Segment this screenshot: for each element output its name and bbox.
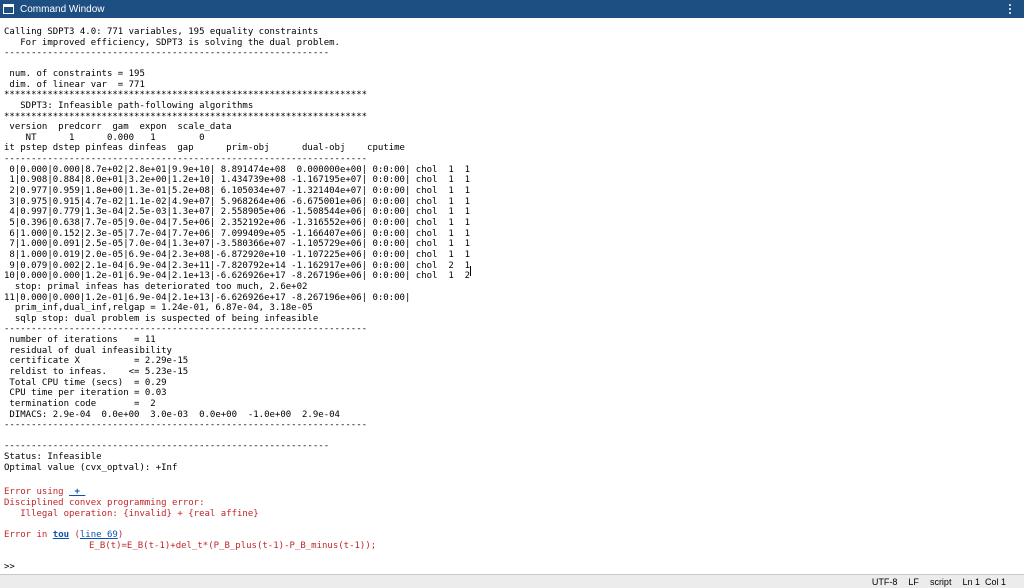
error-message-line: Illegal operation: {invalid} + {real aff… — [4, 509, 259, 519]
console-output[interactable]: Calling SDPT3 4.0: 771 variables, 195 eq… — [0, 24, 1022, 562]
output-line: version predcorr gam expon scale_data — [4, 122, 232, 132]
error-function-link[interactable]: tou — [53, 530, 69, 540]
iteration-row: 8|1.000|0.019|2.0e-05|6.9e-04|2.3e+08|-6… — [4, 250, 470, 260]
summary-line: number of iterations = 11 — [4, 335, 156, 345]
output-line: stop: primal infeas has deteriorated too… — [4, 282, 308, 292]
title-bar: Command Window — [0, 0, 1024, 18]
optimal-value-line: Optimal value (cvx_optval): +Inf — [4, 463, 178, 473]
table-header: it pstep dstep pinfeas dinfeas gap prim-… — [4, 143, 405, 153]
command-window-icon — [3, 4, 14, 14]
line-indicator: Ln 1 — [962, 576, 980, 587]
error-plus-link[interactable]: + — [69, 487, 85, 497]
separator-line: ----------------------------------------… — [4, 154, 368, 164]
iteration-row: 2|0.977|0.959|1.8e+00|1.3e-01|5.2e+08| 6… — [4, 186, 470, 196]
separator-line: ----------------------------------------… — [4, 324, 368, 334]
error-paren-open: ( — [69, 530, 80, 540]
summary-line: certificate X = 2.29e-15 — [4, 356, 189, 366]
window-title: Command Window — [20, 3, 105, 15]
output-line: num. of constraints = 195 — [4, 69, 145, 79]
summary-line: reldist to infeas. <= 5.23e-15 — [4, 367, 189, 377]
summary-line: termination code = 2 — [4, 399, 156, 409]
summary-line: CPU time per iteration = 0.03 — [4, 388, 167, 398]
separator-line: ****************************************… — [4, 90, 368, 100]
text-cursor — [470, 266, 471, 276]
window-actions-menu-icon[interactable] — [1006, 3, 1014, 15]
error-using-label: Error using — [4, 487, 70, 497]
column-indicator: Col 1 — [984, 576, 1006, 587]
status-line: Status: Infeasible — [4, 452, 102, 462]
output-line: Calling SDPT3 4.0: 771 variables, 195 eq… — [4, 27, 319, 37]
error-code-line: E_B(t)=E_B(t-1)+del_t*(P_B_plus(t-1)-P_B… — [89, 541, 377, 551]
separator-line: ----------------------------------------… — [4, 441, 330, 451]
error-message-line: Disciplined convex programming error: — [4, 498, 205, 508]
separator-line: ----------------------------------------… — [4, 48, 330, 58]
error-using-line: Error using + — [4, 487, 85, 498]
separator-line: ----------------------------------------… — [4, 420, 368, 430]
iteration-row: 1|0.908|0.884|8.0e+01|3.2e+00|1.2e+10| 1… — [4, 175, 470, 185]
iteration-row: 5|0.396|0.638|7.7e-05|9.0e-04|7.5e+06| 2… — [4, 218, 470, 228]
iteration-row: 4|0.997|0.779|1.3e-04|2.5e-03|1.3e+07| 2… — [4, 207, 470, 217]
command-input-area[interactable]: >> — [0, 561, 1024, 573]
output-line: SDPT3: Infeasible path-following algorit… — [4, 101, 254, 111]
error-paren-close: ) — [117, 530, 124, 540]
iteration-row: 10|0.000|0.000|1.2e-01|6.9e-04|2.1e+13|-… — [4, 271, 470, 281]
error-in-label: Error in — [4, 530, 53, 540]
error-in-line: Error in tou (line 69) — [4, 530, 123, 541]
line-ending-indicator[interactable]: LF — [908, 577, 919, 587]
encoding-indicator[interactable]: UTF-8 — [872, 577, 898, 587]
status-bar: UTF-8 LF script Ln 1 Col 1 — [0, 574, 1024, 588]
error-line-link[interactable]: line 69 — [80, 530, 118, 540]
command-prompt: >> — [4, 562, 15, 572]
iteration-row: 7|1.000|0.091|2.5e-05|7.0e-04|1.3e+07|-3… — [4, 239, 470, 249]
output-line: prim_inf,dual_inf,relgap = 1.24e-01, 6.8… — [4, 303, 313, 313]
mode-indicator[interactable]: script — [930, 577, 952, 587]
